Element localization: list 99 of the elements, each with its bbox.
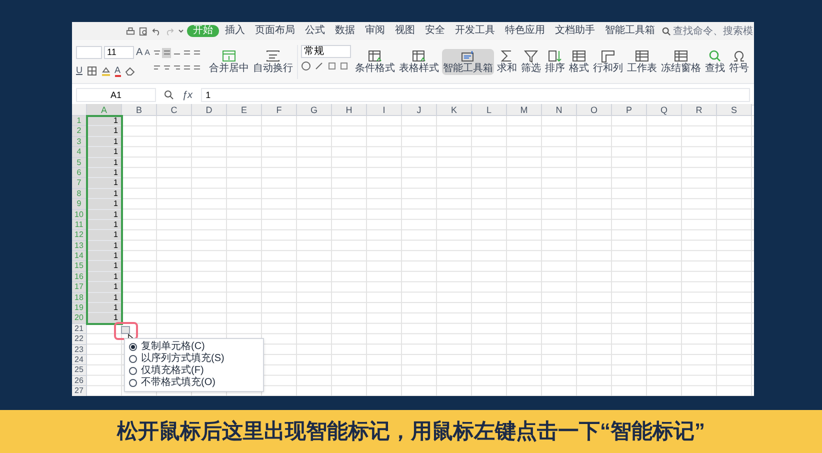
ribbon-button[interactable]: 查找	[704, 48, 726, 74]
rows-columns-icon	[600, 48, 616, 62]
menu-item[interactable]: 仅填充格式(F)	[125, 365, 263, 377]
font-name-field[interactable]	[76, 46, 102, 60]
ribbon-button[interactable]: 符号	[728, 48, 750, 74]
ribbon-button[interactable]: 表格样式	[398, 48, 440, 74]
tab[interactable]: 文档助手	[551, 25, 599, 37]
fill-color-icon[interactable]	[100, 66, 110, 76]
ribbon-button[interactable]: 智能工具箱	[442, 48, 494, 74]
font-color-button[interactable]: A	[114, 66, 121, 76]
table-icon	[221, 48, 238, 62]
column-header[interactable]: O	[577, 104, 612, 116]
caret-icon[interactable]	[178, 28, 184, 34]
table-cell: 1	[87, 147, 122, 158]
column-header[interactable]: S	[717, 104, 752, 116]
borders-icon[interactable]	[86, 66, 96, 76]
radio-button[interactable]	[129, 355, 137, 363]
grid-icon	[571, 48, 588, 62]
ribbon-button[interactable]: 工作表	[626, 48, 658, 74]
tab[interactable]: 页面布局	[251, 25, 299, 37]
function-icon[interactable]: ƒx	[182, 88, 193, 102]
tab[interactable]: 智能工具箱	[601, 25, 659, 37]
ribbon-button[interactable]: 格式	[568, 48, 590, 74]
radio-button[interactable]	[129, 343, 137, 351]
table-cell: 1	[87, 126, 122, 137]
column-header[interactable]: I	[367, 104, 402, 116]
table-cell: 1	[87, 178, 122, 189]
table-cell: 1	[87, 303, 122, 314]
column-header[interactable]: B	[122, 104, 157, 116]
ribbon-button[interactable]: 冻结窗格	[660, 48, 702, 74]
eraser-icon[interactable]	[124, 66, 135, 76]
column-header[interactable]: G	[297, 104, 332, 116]
ribbon-button[interactable]: 求和	[496, 48, 518, 74]
row-header[interactable]: 21	[72, 324, 87, 334]
font-size-field[interactable]: 11	[104, 46, 134, 60]
column-header[interactable]: Q	[647, 104, 682, 116]
ribbon-button[interactable]: 行和列	[592, 48, 624, 74]
column-header[interactable]: R	[682, 104, 717, 116]
name-box[interactable]: A1	[76, 88, 156, 102]
tab[interactable]: 数据	[331, 25, 359, 37]
table-cell: 1	[87, 199, 122, 210]
undo-icon[interactable]	[152, 26, 161, 36]
ribbon-button[interactable]: 条件格式	[354, 48, 396, 74]
table-icon	[367, 48, 384, 62]
tab[interactable]: 公式	[301, 25, 329, 37]
menu-item[interactable]: 以序列方式填充(S)	[125, 353, 263, 365]
radio-button[interactable]	[129, 379, 137, 387]
column-header[interactable]: E	[227, 104, 262, 116]
column-header[interactable]: D	[192, 104, 227, 116]
funnel-icon	[523, 48, 540, 62]
grid-icon	[634, 48, 650, 62]
table-icon	[411, 48, 428, 62]
sort-icon	[547, 48, 564, 62]
preview-icon[interactable]	[139, 26, 148, 36]
row-header[interactable]: 22	[72, 334, 87, 345]
ribbon-button[interactable]: 自动换行	[252, 48, 294, 74]
tab[interactable]: 插入	[221, 25, 249, 37]
column-header[interactable]: F	[262, 104, 297, 116]
tab[interactable]: 审阅	[361, 25, 389, 37]
tab[interactable]: 特色应用	[501, 25, 549, 37]
menu-item[interactable]: 不带格式填充(O)	[125, 377, 263, 389]
radio-button[interactable]	[129, 367, 137, 375]
column-header[interactable]: K	[437, 104, 472, 116]
row-header[interactable]: 27	[72, 386, 87, 396]
ribbon-button[interactable]: 合并居中	[208, 48, 250, 74]
column-header[interactable]: P	[612, 104, 647, 116]
increase-font-button[interactable]: A	[136, 45, 143, 60]
ribbon-button[interactable]: 筛选	[520, 48, 542, 74]
zoom-icon[interactable]	[164, 90, 174, 100]
underline-button[interactable]: U	[76, 64, 82, 78]
tab[interactable]: 视图	[391, 25, 419, 37]
search-field[interactable]: 查找命令、搜索模	[662, 24, 753, 38]
row-header[interactable]: 25	[72, 365, 87, 376]
wrap-text-icon	[265, 48, 282, 62]
row-header[interactable]: 23	[72, 344, 87, 355]
number-format-dropdown[interactable]: 常规	[297, 44, 352, 78]
decrease-font-button[interactable]: A	[144, 46, 150, 59]
formula-field[interactable]: 1	[200, 88, 750, 102]
toolbox-icon	[460, 48, 476, 62]
table-cell: 1	[87, 251, 122, 262]
column-header[interactable]: H	[332, 104, 367, 116]
column-header[interactable]: L	[472, 104, 507, 116]
search-icon	[662, 26, 671, 36]
row-header[interactable]: 26	[72, 376, 87, 386]
table-cell: 1	[87, 282, 122, 293]
column-header[interactable]: N	[542, 104, 577, 116]
caption-text: 松开鼠标后这里出现智能标记，用鼠标左键点击一下“智能标记”	[117, 418, 705, 445]
table-cell: 1	[87, 230, 122, 241]
table-cell: 1	[87, 261, 122, 272]
tab[interactable]: 开发工具	[451, 25, 499, 37]
column-header[interactable]: M	[507, 104, 542, 116]
grid-icon	[673, 48, 690, 62]
print-icon[interactable]	[126, 26, 135, 36]
column-header[interactable]: C	[157, 104, 192, 116]
ribbon-button[interactable]: 排序	[544, 48, 566, 74]
row-header[interactable]: 24	[72, 354, 87, 366]
tab[interactable]: 安全	[421, 25, 449, 37]
menu-item[interactable]: 复制单元格(C)	[125, 341, 263, 353]
column-header[interactable]: J	[402, 104, 437, 116]
